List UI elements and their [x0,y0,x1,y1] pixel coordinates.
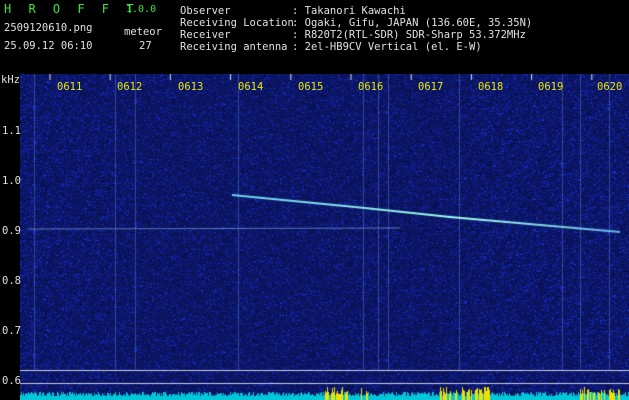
time-label: 0619 [538,81,564,93]
y-tick: 0.6 [2,375,21,387]
time-label: 0611 [57,81,83,93]
antenna-value: : 2el-HB9CV Vertical (el. E-W) [292,41,482,53]
observer-label: Observer [180,5,231,17]
time-label: 0614 [238,81,264,93]
time-label: 0617 [418,81,444,93]
axis-overlay: kHz 1.1 1.0 0.9 0.8 0.7 0.6 0611 0612 06… [0,74,629,400]
app-version: 1.0.0 [126,4,157,15]
y-tick: 0.7 [2,325,21,337]
y-tick: 0.8 [2,275,21,287]
receiver-label: Receiver [180,29,231,41]
time-label: 0620 [597,81,623,93]
location-label: Receiving Location [180,17,294,29]
app-title: H R O F F T [4,2,139,16]
receiver-value: : R820T2(RTL-SDR) SDR-Sharp 53.372MHz [292,29,526,41]
time-label: 0616 [358,81,384,93]
observer-value: : Takanori Kawachi [292,5,406,17]
y-tick: 0.9 [2,225,21,237]
time-label: 0618 [478,81,504,93]
header-panel: H R O F F T 1.0.0 2509120610.png 25.09.1… [0,0,629,74]
axis-unit: kHz [1,74,20,86]
meteor-label: meteor [124,26,162,38]
time-label: 0613 [178,81,204,93]
meteor-count: 27 [139,40,152,52]
y-tick: 1.1 [2,125,21,137]
location-value: : Ogaki, Gifu, JAPAN (136.60E, 35.35N) [292,17,533,29]
antenna-label: Receiving antenna [180,41,288,53]
file-name: 2509120610.png [4,22,93,34]
file-datetime: 25.09.12 06:10 [4,40,93,52]
y-tick: 1.0 [2,175,21,187]
time-label: 0615 [298,81,324,93]
time-label: 0612 [117,81,143,93]
